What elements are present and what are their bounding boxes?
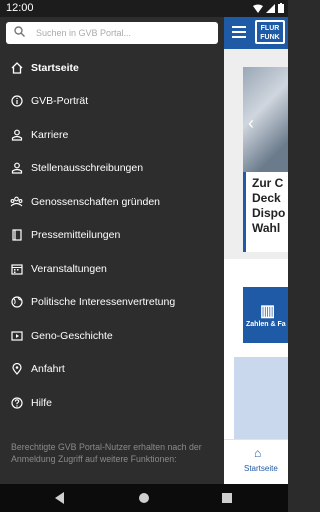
chevron-left-icon[interactable]: ‹ — [248, 113, 254, 134]
status-time: 12:00 — [6, 2, 34, 14]
menu-item-startseite[interactable]: Startseite — [0, 51, 224, 85]
bar-chart-icon: ▥ — [260, 303, 276, 320]
menu-item-label: Karriere — [31, 128, 69, 141]
home-icon — [10, 61, 23, 74]
signal-icon — [266, 3, 275, 13]
menu-item-label: Hilfe — [31, 396, 53, 409]
flurfunk-logo: FLUR FUNK — [255, 20, 285, 44]
menu-item-hilfe[interactable]: Hilfe — [0, 386, 224, 420]
home-button-icon[interactable] — [139, 493, 149, 503]
menu-item-label: Politische Interessenvertretung — [31, 296, 176, 309]
menu-item-veranstaltungen[interactable]: Veranstaltungen — [0, 252, 224, 286]
menu-icon[interactable] — [232, 26, 246, 38]
promo-tile[interactable] — [234, 357, 288, 439]
menu-item-label: Pressemitteilungen — [31, 229, 121, 242]
navigation-drawer: Startseite GVB-Porträt Karriere Stellena… — [0, 17, 224, 484]
menu-item-label: GVB-Porträt — [31, 95, 89, 108]
news-card[interactable]: Zur C Deck Dispo Wahl — [243, 172, 288, 252]
menu-item-label: Stellenausschreibungen — [31, 162, 144, 175]
help-icon — [10, 396, 23, 409]
menu-item-anfahrt[interactable]: Anfahrt — [0, 353, 224, 387]
wifi-icon — [253, 4, 263, 13]
home-icon[interactable]: ⌂ — [254, 446, 261, 460]
bottom-nav-home-label[interactable]: Startseite — [244, 464, 278, 473]
main-app-content: FLUR FUNK ‹ Zur C Deck Dispo Wahl ▥ Zahle… — [224, 17, 288, 484]
bottom-navigation: ⌂ Startseite — [224, 439, 288, 484]
menu-item-label: Startseite — [31, 61, 79, 74]
back-icon[interactable] — [55, 492, 64, 504]
video-icon — [10, 329, 23, 342]
menu-item-geno-geschichte[interactable]: Geno-Geschichte — [0, 319, 224, 353]
menu-item-label: Geno-Geschichte — [31, 329, 113, 342]
menu-item-pressemitteilungen[interactable]: Pressemitteilungen — [0, 219, 224, 253]
globe-icon — [10, 296, 23, 309]
calendar-icon — [10, 262, 23, 275]
app-toolbar: FLUR FUNK — [224, 17, 288, 49]
search-icon — [14, 26, 25, 40]
menu-item-gvb-portraet[interactable]: GVB-Porträt — [0, 85, 224, 119]
group-icon — [10, 195, 23, 208]
search-box[interactable] — [6, 22, 218, 44]
book-icon — [10, 229, 23, 242]
menu-item-label: Veranstaltungen — [31, 262, 107, 275]
login-note: Berechtigte GVB Portal-Nutzer erhalten n… — [11, 442, 202, 464]
menu-item-karriere[interactable]: Karriere — [0, 118, 224, 152]
drawer-menu: Startseite GVB-Porträt Karriere Stellena… — [0, 51, 224, 420]
menu-item-genossenschaften[interactable]: Genossenschaften gründen — [0, 185, 224, 219]
menu-item-label: Genossenschaften gründen — [31, 195, 161, 208]
location-icon — [10, 363, 23, 376]
person-icon — [10, 128, 23, 141]
menu-item-label: Anfahrt — [31, 363, 65, 376]
status-bar: 12:00 — [0, 0, 288, 17]
facts-tile[interactable]: ▥ Zahlen & Fa — [243, 287, 288, 343]
menu-item-stellenausschreibungen[interactable]: Stellenausschreibungen — [0, 152, 224, 186]
person-icon — [10, 162, 23, 175]
menu-item-politische-interessenvertretung[interactable]: Politische Interessenvertretung — [0, 286, 224, 320]
recent-apps-icon[interactable] — [222, 493, 232, 503]
system-navigation-bar — [0, 484, 288, 512]
search-input[interactable] — [36, 25, 214, 41]
battery-icon — [278, 3, 284, 13]
info-icon — [10, 95, 23, 108]
